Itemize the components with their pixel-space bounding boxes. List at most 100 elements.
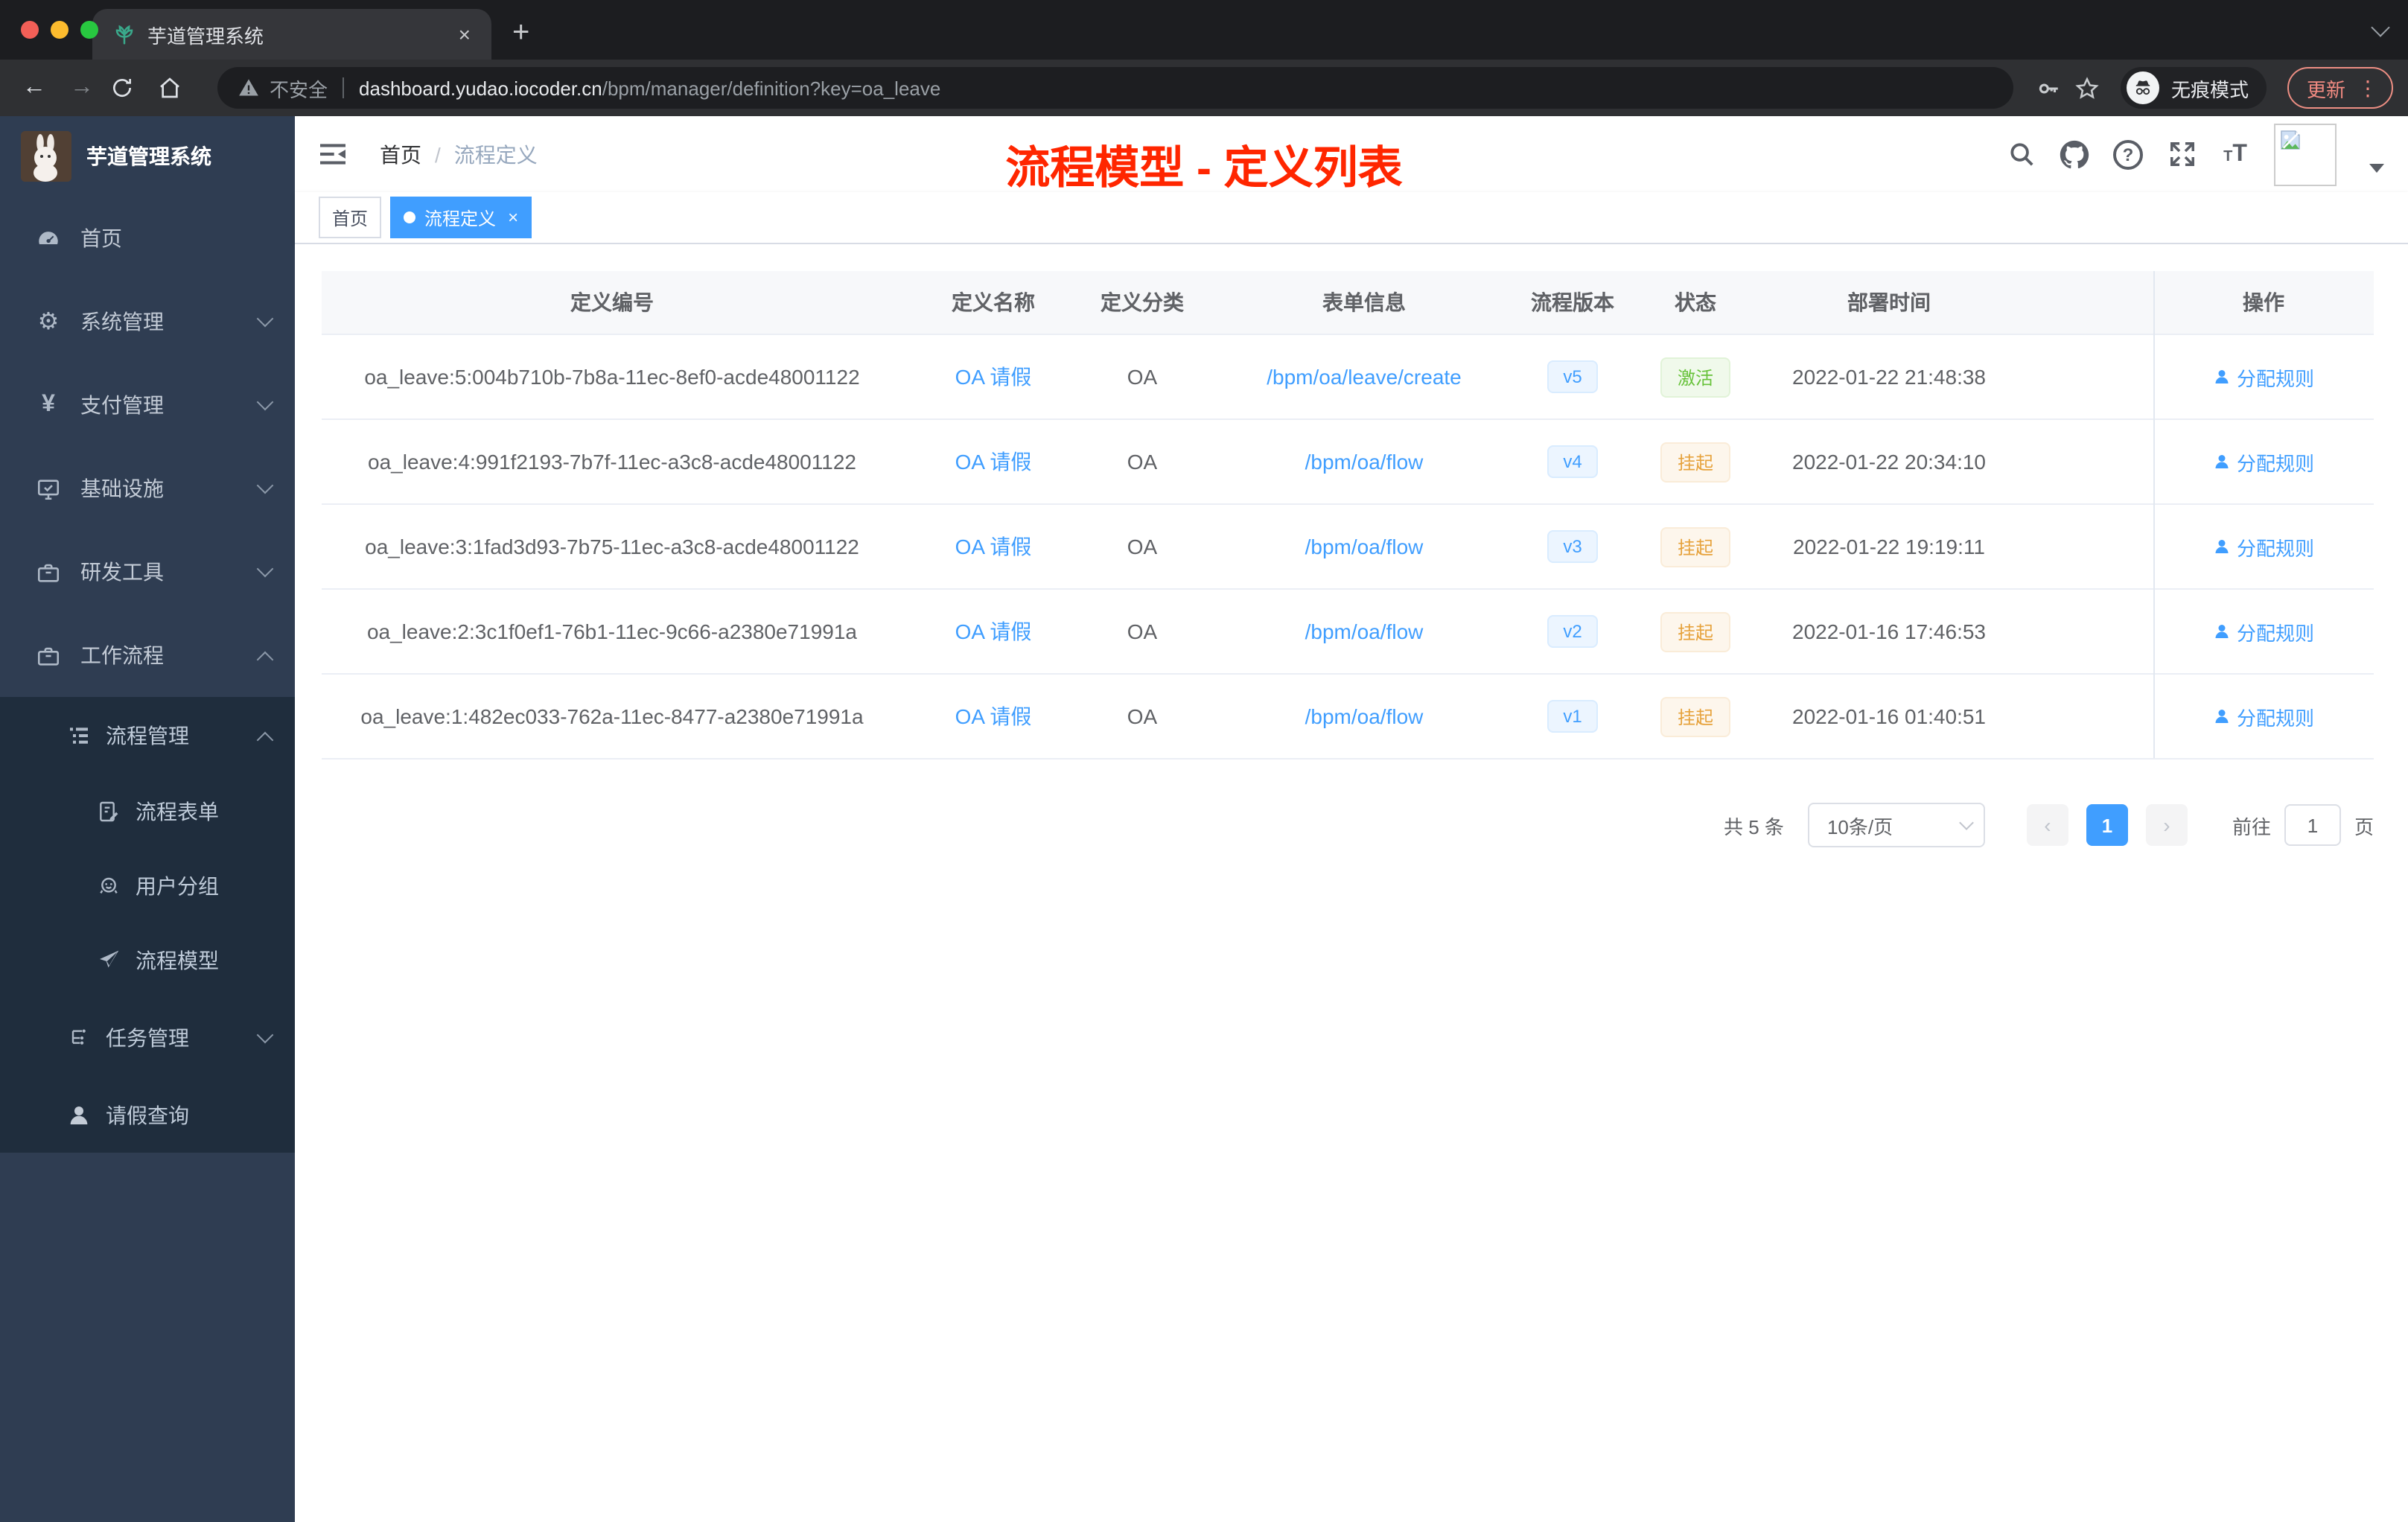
browser-tab[interactable]: 芋道管理系统 × — [92, 9, 491, 60]
definition-name-link[interactable]: OA 请假 — [955, 620, 1032, 643]
definition-name-link[interactable]: OA 请假 — [955, 450, 1032, 474]
sidebar-logo[interactable]: 芋道管理系统 — [0, 116, 295, 197]
chevron-down-icon — [256, 393, 274, 411]
assign-rule-link[interactable]: 分配规则 — [2213, 532, 2314, 561]
browser-menu-dots-icon[interactable]: ⋮ — [2357, 75, 2378, 101]
assign-rule-link[interactable]: 分配规则 — [2213, 448, 2314, 476]
table-row: oa_leave:2:3c1f0ef1-76b1-11ec-9c66-a2380… — [322, 589, 2374, 675]
sidebar-item-process-model[interactable]: 流程模型 — [0, 923, 295, 998]
version-badge: v4 — [1547, 445, 1598, 478]
tag-close-icon[interactable]: × — [508, 208, 518, 226]
page-size-select[interactable]: 10条/页 — [1807, 803, 1985, 847]
goto-page-input[interactable] — [2284, 804, 2341, 846]
security-label[interactable]: 不安全 — [270, 74, 328, 102]
forward-button[interactable]: → — [63, 74, 101, 101]
goto-label: 前往 — [2232, 815, 2271, 838]
table-row: oa_leave:5:004b710b-7b8a-11ec-8ef0-acde4… — [322, 334, 2374, 420]
breadcrumb-home[interactable]: 首页 — [380, 139, 421, 169]
org-icon — [66, 1025, 91, 1051]
fullscreen-icon[interactable] — [2167, 139, 2197, 169]
browser-update-button[interactable]: 更新 ⋮ — [2287, 67, 2393, 109]
sidebar-item-devtools[interactable]: 研发工具 — [0, 530, 295, 614]
sidebar-item-home[interactable]: 首页 — [0, 197, 295, 280]
form-link[interactable]: /bpm/oa/flow — [1305, 535, 1424, 558]
tag-process-definition[interactable]: 流程定义 × — [390, 197, 532, 238]
status-badge: 挂起 — [1660, 611, 1730, 652]
definition-name-link[interactable]: OA 请假 — [955, 365, 1032, 389]
status-badge: 挂起 — [1660, 696, 1730, 736]
chevron-up-icon — [256, 650, 274, 668]
cell-deploy-time: 2022-01-16 01:40:51 — [1774, 674, 2004, 760]
fixed-column-divider — [2153, 271, 2155, 758]
assign-rule-link[interactable]: 分配规则 — [2213, 617, 2314, 646]
home-button[interactable] — [158, 76, 197, 100]
paper-plane-icon — [95, 948, 121, 973]
cell-deploy-time: 2022-01-22 20:34:10 — [1774, 419, 2004, 505]
minimize-window-button[interactable] — [51, 21, 69, 39]
sidebar-item-label: 基础设施 — [80, 477, 164, 500]
people-icon — [95, 873, 121, 899]
font-size-icon[interactable]: TT — [2220, 139, 2250, 169]
assign-rule-link[interactable]: 分配规则 — [2213, 363, 2314, 391]
user-icon — [2215, 370, 2229, 383]
cell-deploy-time: 2022-01-22 19:19:11 — [1774, 504, 2004, 590]
close-window-button[interactable] — [21, 21, 39, 39]
sidebar-item-workflow[interactable]: 工作流程 — [0, 614, 295, 697]
address-bar[interactable]: 不安全 dashboard.yudao.iocoder.cn/bpm/manag… — [217, 67, 2013, 109]
sidebar-item-leave-query[interactable]: 请假查询 — [0, 1078, 295, 1153]
toolbox-icon — [36, 559, 61, 585]
table-row: oa_leave:1:482ec033-762a-11ec-8477-a2380… — [322, 674, 2374, 760]
sidebar-collapse-icon[interactable] — [319, 141, 347, 167]
sidebar-item-label: 任务管理 — [106, 1026, 189, 1050]
sidebar: 芋道管理系统 首页 ⚙ 系统管理 ¥ 支付管理 基础设施 研发工具 工作流程 流… — [0, 116, 295, 1522]
search-icon[interactable] — [2006, 139, 2036, 169]
next-page-button[interactable]: › — [2145, 804, 2188, 846]
avatar-caret-icon[interactable] — [2369, 163, 2384, 172]
help-icon[interactable]: ? — [2113, 139, 2143, 169]
sidebar-item-user-group[interactable]: 用户分组 — [0, 849, 295, 923]
favicon-plant-icon — [113, 23, 136, 45]
sidebar-item-process-form[interactable]: 流程表单 — [0, 774, 295, 849]
col-definition-category: 定义分类 — [1084, 271, 1200, 335]
chevron-down-icon — [1959, 815, 1974, 830]
sidebar-item-process-manage[interactable]: 流程管理 — [0, 697, 295, 774]
main-panel: 首页 / 流程定义 ? TT 首页 流程定义 × 定义编号 定义名称 定义分类 … — [295, 116, 2408, 1522]
back-button[interactable]: ← — [15, 74, 54, 101]
tag-home[interactable]: 首页 — [319, 197, 382, 238]
definition-name-link[interactable]: OA 请假 — [955, 704, 1032, 728]
tab-close-icon[interactable]: × — [453, 22, 477, 46]
table-header-row: 定义编号 定义名称 定义分类 表单信息 流程版本 状态 部署时间 操作 — [322, 271, 2374, 335]
incognito-label: 无痕模式 — [2170, 78, 2249, 101]
form-link[interactable]: /bpm/oa/flow — [1305, 450, 1424, 474]
page-number-1[interactable]: 1 — [2086, 804, 2128, 846]
form-link[interactable]: /bpm/oa/flow — [1305, 620, 1424, 643]
new-tab-button[interactable]: + — [512, 16, 529, 60]
tab-search-caret-icon[interactable] — [2371, 18, 2390, 37]
pagination: 共 5 条 10条/页 ‹ 1 › 前往 页 — [322, 803, 2374, 847]
bookmark-star-icon[interactable] — [2073, 73, 2103, 103]
sidebar-item-system[interactable]: ⚙ 系统管理 — [0, 280, 295, 363]
col-form-info: 表单信息 — [1200, 271, 1528, 335]
page-content: 定义编号 定义名称 定义分类 表单信息 流程版本 状态 部署时间 操作 oa_l… — [295, 244, 2408, 1522]
sidebar-item-task-manage[interactable]: 任务管理 — [0, 998, 295, 1078]
form-icon — [95, 799, 121, 824]
col-status: 状态 — [1617, 271, 1774, 335]
reload-button[interactable] — [110, 76, 149, 100]
cell-definition-id: oa_leave:4:991f2193-7b7f-11ec-a3c8-acde4… — [322, 419, 902, 505]
github-icon[interactable] — [2060, 139, 2089, 169]
sidebar-item-infra[interactable]: 基础设施 — [0, 447, 295, 530]
prev-page-button[interactable]: ‹ — [2026, 804, 2068, 846]
avatar[interactable] — [2274, 123, 2337, 185]
form-link[interactable]: /bpm/oa/leave/create — [1267, 365, 1462, 389]
form-link[interactable]: /bpm/oa/flow — [1305, 704, 1424, 728]
sidebar-item-label: 研发工具 — [80, 560, 164, 584]
cell-category: OA — [1084, 674, 1200, 760]
password-key-icon[interactable] — [2034, 73, 2064, 103]
definition-name-link[interactable]: OA 请假 — [955, 535, 1032, 558]
gear-icon: ⚙ — [37, 310, 60, 335]
maximize-window-button[interactable] — [80, 21, 98, 39]
tags-view-bar: 首页 流程定义 × — [295, 192, 2408, 244]
url-divider — [343, 77, 345, 98]
assign-rule-link[interactable]: 分配规则 — [2213, 702, 2314, 730]
sidebar-item-payment[interactable]: ¥ 支付管理 — [0, 363, 295, 447]
